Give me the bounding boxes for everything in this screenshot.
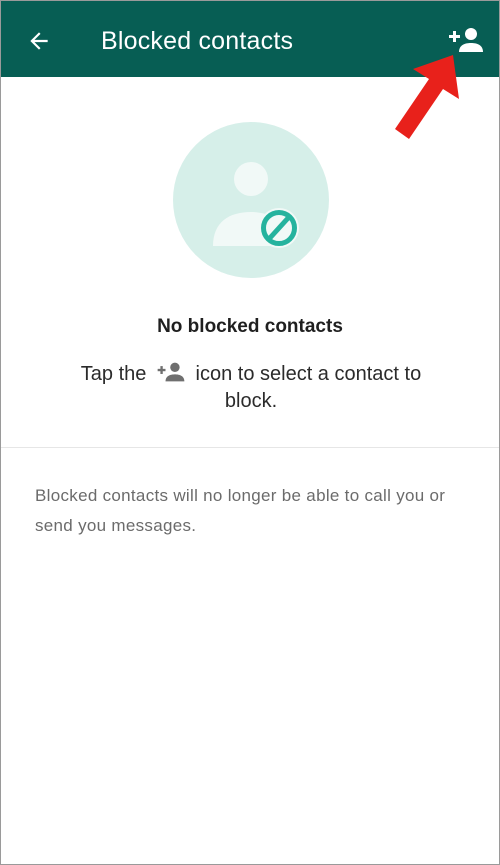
screen: Blocked contacts No blocked contacts Tap… (0, 0, 500, 865)
back-button[interactable] (21, 23, 57, 59)
hint-text-before: Tap the (80, 363, 147, 385)
empty-state-heading: No blocked contacts (157, 316, 343, 337)
add-contact-icon (449, 28, 483, 52)
add-contact-icon (157, 362, 185, 382)
page-title: Blocked contacts (101, 27, 294, 55)
empty-state-hint: Tap the icon to select a contact to bloc… (61, 361, 441, 415)
app-bar: Blocked contacts (1, 1, 499, 77)
blocked-person-icon (173, 122, 329, 278)
hint-text-after: icon to select a contact to block. (195, 363, 422, 412)
arrow-left-icon (30, 32, 48, 50)
divider (1, 447, 499, 448)
add-contact-button[interactable] (445, 21, 487, 61)
blocked-info-text: Blocked contacts will no longer be able … (35, 486, 446, 535)
